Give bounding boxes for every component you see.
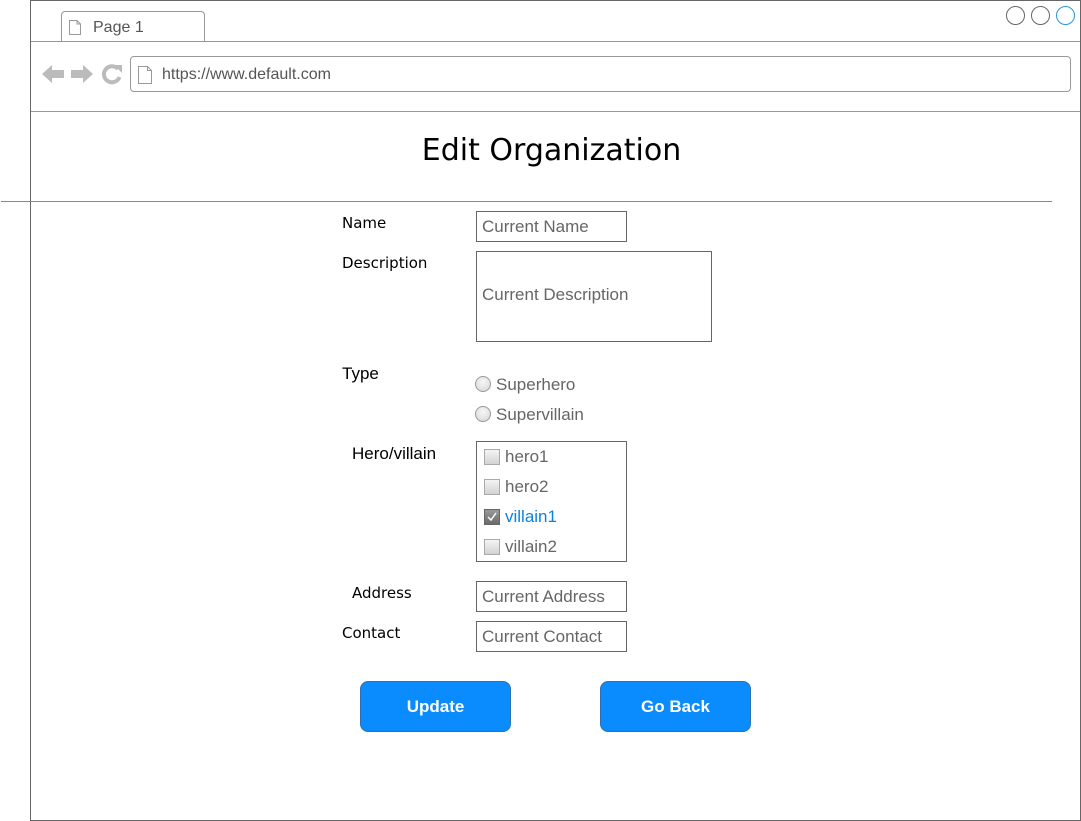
- radio-button[interactable]: [475, 376, 491, 392]
- window-button-icon[interactable]: [1056, 6, 1075, 25]
- checkbox-label: hero2: [505, 477, 549, 496]
- description-textarea[interactable]: [476, 251, 712, 342]
- hero-villain-label: Hero/villain: [352, 444, 437, 463]
- address-input[interactable]: [476, 581, 627, 612]
- radio-label: Superhero: [496, 375, 576, 394]
- checkbox-label: villain2: [505, 537, 557, 556]
- name-input[interactable]: [476, 211, 627, 242]
- forward-arrow-icon[interactable]: [70, 63, 94, 85]
- hero-villain-list: hero1 hero2 villain1 villain2: [476, 441, 627, 562]
- browser-tab[interactable]: Page 1: [61, 11, 205, 41]
- name-label: Name: [342, 214, 387, 232]
- page-icon: [69, 20, 81, 35]
- description-label: Description: [342, 254, 428, 272]
- checkbox[interactable]: [484, 479, 500, 495]
- title-divider: [1, 201, 1052, 202]
- page-icon: [138, 66, 152, 84]
- contact-input[interactable]: [476, 621, 627, 652]
- radio-label: Supervillain: [496, 405, 584, 424]
- reload-icon[interactable]: [100, 63, 124, 85]
- address-url: https://www.default.com: [162, 66, 331, 83]
- page-title: Edit Organization: [421, 133, 682, 168]
- tab-label: Page 1: [93, 19, 144, 36]
- update-button[interactable]: Update: [360, 681, 511, 732]
- address-bar[interactable]: https://www.default.com: [130, 56, 1071, 92]
- checkmark-icon: [487, 512, 497, 522]
- window-button-icon[interactable]: [1031, 6, 1050, 25]
- window-button-icon[interactable]: [1006, 6, 1025, 25]
- checkbox[interactable]: [484, 449, 500, 465]
- go-back-button[interactable]: Go Back: [600, 681, 751, 732]
- chrome-divider: [31, 111, 1080, 112]
- checkbox-label: hero1: [505, 447, 549, 466]
- type-label: Type: [342, 364, 379, 383]
- checkbox-checked[interactable]: [484, 509, 500, 525]
- address-label: Address: [352, 584, 412, 602]
- tab-strip-divider: [31, 41, 1080, 42]
- browser-window: Page 1 https://www.default.com Edit Orga…: [1, 0, 1081, 821]
- checkbox[interactable]: [484, 539, 500, 555]
- contact-label: Contact: [342, 624, 401, 642]
- back-arrow-icon[interactable]: [41, 63, 65, 85]
- checkbox-label: villain1: [505, 507, 557, 526]
- radio-button[interactable]: [475, 406, 491, 422]
